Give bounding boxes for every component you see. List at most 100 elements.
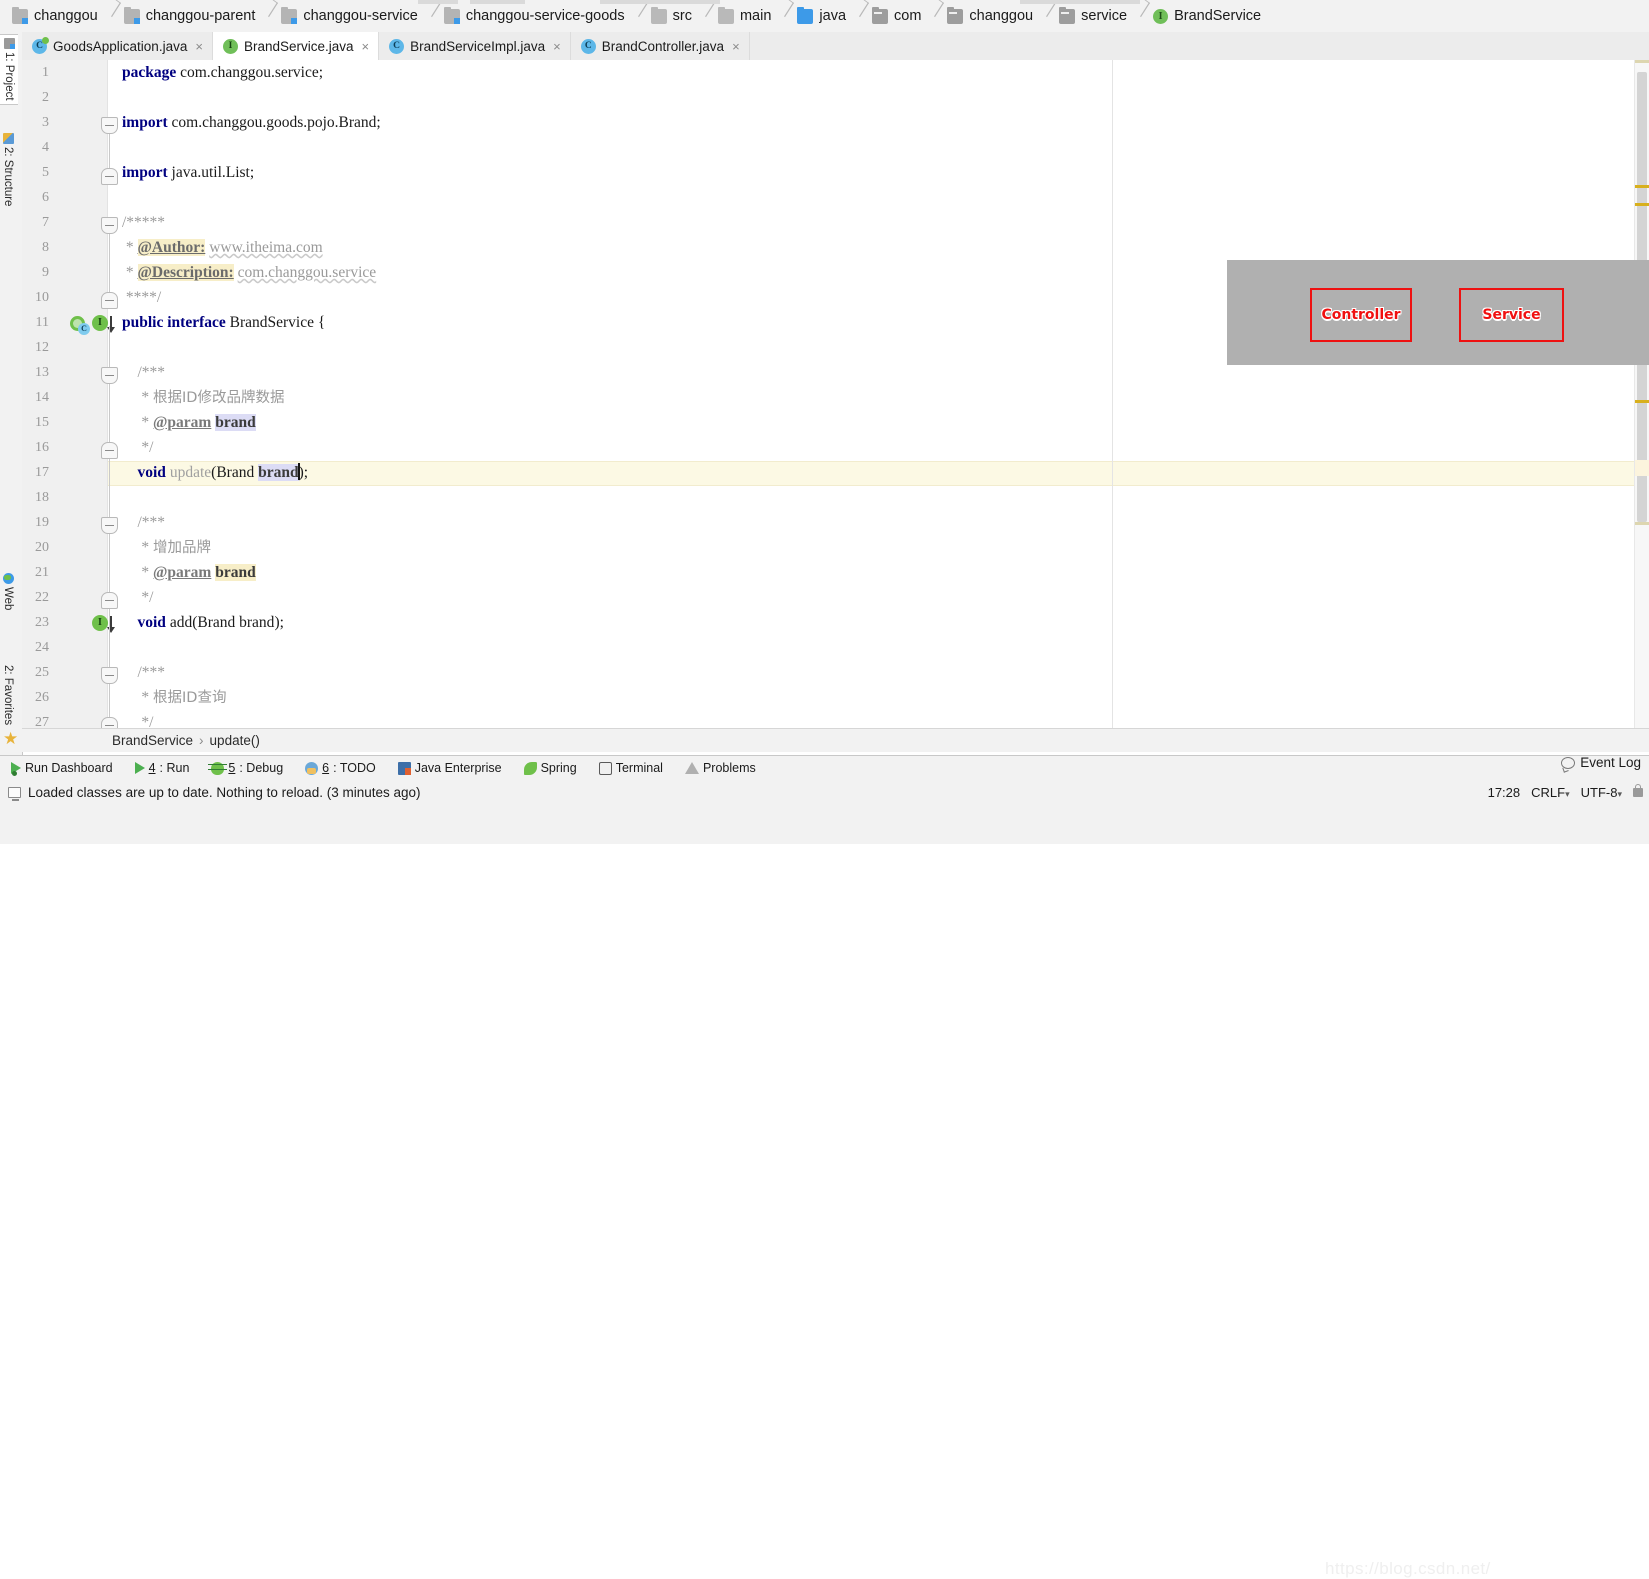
sidebar-item-web[interactable]: Web bbox=[0, 570, 17, 613]
editor-gutter[interactable]: 1 2 3 4 5 6 7 8 9 10 11 12 13 14 15 16 1… bbox=[22, 60, 118, 728]
fold-column[interactable] bbox=[98, 60, 122, 728]
fold-marker-javadoc-find-end[interactable] bbox=[101, 717, 118, 728]
breadcrumb-item-changgou[interactable]: changgou bbox=[0, 0, 112, 32]
tool-button-spring[interactable]: Spring bbox=[513, 756, 588, 780]
code-text[interactable]: package com.changgou.service; import com… bbox=[122, 60, 1649, 728]
tab-brandserviceimpl[interactable]: C BrandServiceImpl.java × bbox=[379, 32, 571, 60]
tab-brandservice[interactable]: I BrandService.java × bbox=[212, 32, 380, 60]
line-number: 22 bbox=[35, 590, 49, 605]
annotation-box-controller: Controller bbox=[1310, 288, 1412, 342]
fold-marker-javadoc-class[interactable] bbox=[101, 217, 118, 234]
status-encoding[interactable]: UTF-8▾ bbox=[1581, 785, 1622, 800]
breadcrumb-item-com[interactable]: com bbox=[860, 0, 935, 32]
tool-button-problems[interactable]: Problems bbox=[674, 756, 767, 780]
run-class-gutter-icon[interactable]: C bbox=[70, 316, 90, 335]
line-number: 10 bbox=[35, 290, 49, 305]
breadcrumb-item-changgou-pkg[interactable]: changgou bbox=[935, 0, 1047, 32]
code-line-7: /***** bbox=[122, 210, 165, 235]
breadcrumb-label: changgou-parent bbox=[145, 8, 256, 24]
fold-marker-javadoc-update-end[interactable] bbox=[101, 442, 118, 459]
breadcrumb-item-service[interactable]: service bbox=[1047, 0, 1141, 32]
event-log-button[interactable]: Event Log bbox=[1561, 755, 1641, 770]
tool-button-java-enterprise[interactable]: Java Enterprise bbox=[387, 756, 513, 780]
keyword-import: import bbox=[122, 164, 168, 181]
code-line-13: /*** bbox=[122, 360, 166, 385]
tool-button-label: Spring bbox=[540, 761, 577, 775]
tool-button-label: : TODO bbox=[333, 761, 376, 775]
debug-icon bbox=[208, 761, 228, 775]
breadcrumb-item-brandservice[interactable]: I BrandService bbox=[1141, 0, 1275, 32]
scrollbar-warning-marker[interactable] bbox=[1635, 185, 1649, 188]
tool-button-run-dashboard[interactable]: Run Dashboard bbox=[0, 756, 124, 780]
package-icon bbox=[872, 6, 889, 24]
parameter-name: brand bbox=[258, 464, 299, 481]
fold-marker-javadoc-find[interactable] bbox=[101, 667, 118, 684]
tab-goodsapplication[interactable]: C GoodsApplication.java × bbox=[22, 32, 213, 60]
line-number: 3 bbox=[42, 115, 49, 130]
close-icon[interactable]: × bbox=[730, 40, 740, 53]
javadoc-close: */ bbox=[141, 439, 154, 456]
javadoc-text-add: 增加品牌 bbox=[153, 540, 211, 556]
keyword-interface: interface bbox=[167, 314, 226, 331]
scrollbar-warning-marker[interactable] bbox=[1635, 400, 1649, 403]
fold-marker-javadoc-add-end[interactable] bbox=[101, 592, 118, 609]
breadcrumb-item-src[interactable]: src bbox=[639, 0, 706, 32]
breadcrumb-label: BrandService bbox=[1174, 8, 1262, 24]
breadcrumb-item-changgou-service-goods[interactable]: changgou-service-goods bbox=[432, 0, 639, 32]
line-number: 25 bbox=[35, 665, 49, 680]
breadcrumb-member[interactable]: update() bbox=[210, 733, 260, 748]
sidebar-item-favorites[interactable]: 2: Favorites bbox=[0, 662, 17, 728]
parameter-type: Brand bbox=[197, 614, 236, 631]
breadcrumb-item-main[interactable]: main bbox=[706, 0, 785, 32]
parameter-name: brand bbox=[239, 614, 275, 631]
lock-icon[interactable] bbox=[1633, 783, 1643, 797]
import-list: java.util.List; bbox=[171, 164, 255, 181]
line-number: 12 bbox=[35, 340, 49, 355]
scrollbar-marker[interactable] bbox=[1635, 522, 1649, 525]
status-message[interactable]: Loaded classes are up to date. Nothing t… bbox=[8, 781, 421, 803]
tool-button-debug[interactable]: 5: Debug bbox=[200, 756, 294, 780]
module-icon bbox=[12, 6, 28, 24]
tool-button-todo[interactable]: 6: TODO bbox=[294, 756, 387, 780]
tool-button-mnemonic: 5 bbox=[228, 761, 236, 775]
code-line-26: * 根据ID查询 bbox=[122, 685, 226, 710]
tool-button-label: Problems bbox=[702, 761, 756, 775]
web-icon bbox=[2, 573, 14, 584]
scrollbar-warning-marker[interactable] bbox=[1635, 203, 1649, 206]
fold-marker-imports-end[interactable] bbox=[101, 168, 118, 185]
javadoc-star: * bbox=[141, 564, 150, 581]
keyword-void: void bbox=[137, 464, 166, 481]
tool-button-label: : Debug bbox=[239, 761, 284, 775]
fold-marker-javadoc-update[interactable] bbox=[101, 367, 118, 384]
breadcrumb-item-changgou-service[interactable]: changgou-service bbox=[269, 0, 431, 32]
tool-button-run[interactable]: 4: Run bbox=[124, 756, 201, 780]
editor-scrollbar[interactable] bbox=[1634, 60, 1649, 728]
close-icon[interactable]: × bbox=[551, 40, 561, 53]
breadcrumb-class[interactable]: BrandService bbox=[112, 733, 193, 748]
close-icon[interactable]: × bbox=[360, 40, 370, 53]
scrollbar-caret-marker[interactable] bbox=[1635, 460, 1649, 476]
fold-marker-javadoc-add[interactable] bbox=[101, 517, 118, 534]
scrollbar-marker[interactable] bbox=[1635, 60, 1649, 63]
status-line-separator[interactable]: CRLF▾ bbox=[1531, 785, 1569, 800]
sidebar-item-project[interactable]: 1: Project bbox=[0, 34, 18, 105]
javadoc-open: /*** bbox=[137, 514, 166, 531]
close-icon[interactable]: × bbox=[193, 40, 203, 53]
fold-marker-javadoc-class-end[interactable] bbox=[101, 292, 118, 309]
module-icon bbox=[281, 6, 298, 24]
left-tool-window-strip: 1: Project 2: Structure Web 2: Favorites… bbox=[0, 32, 23, 755]
code-line-11: public interface BrandService { bbox=[122, 310, 325, 335]
source-folder-icon bbox=[797, 6, 814, 24]
fold-marker-imports[interactable] bbox=[101, 117, 118, 134]
code-line-25: /*** bbox=[122, 660, 166, 685]
spring-icon bbox=[523, 761, 537, 775]
code-editor[interactable]: 1 2 3 4 5 6 7 8 9 10 11 12 13 14 15 16 1… bbox=[22, 60, 1649, 728]
tab-brandcontroller[interactable]: C BrandController.java × bbox=[571, 32, 750, 60]
breadcrumb-item-changgou-parent[interactable]: changgou-parent bbox=[112, 0, 270, 32]
status-message-text: Loaded classes are up to date. Nothing t… bbox=[28, 784, 421, 800]
tool-button-terminal[interactable]: Terminal bbox=[588, 756, 674, 780]
breadcrumb-item-java[interactable]: java bbox=[785, 0, 860, 32]
sidebar-item-structure[interactable]: 2: Structure bbox=[0, 130, 17, 209]
breadcrumb-separator: › bbox=[199, 733, 204, 748]
line-number: 14 bbox=[35, 390, 49, 405]
